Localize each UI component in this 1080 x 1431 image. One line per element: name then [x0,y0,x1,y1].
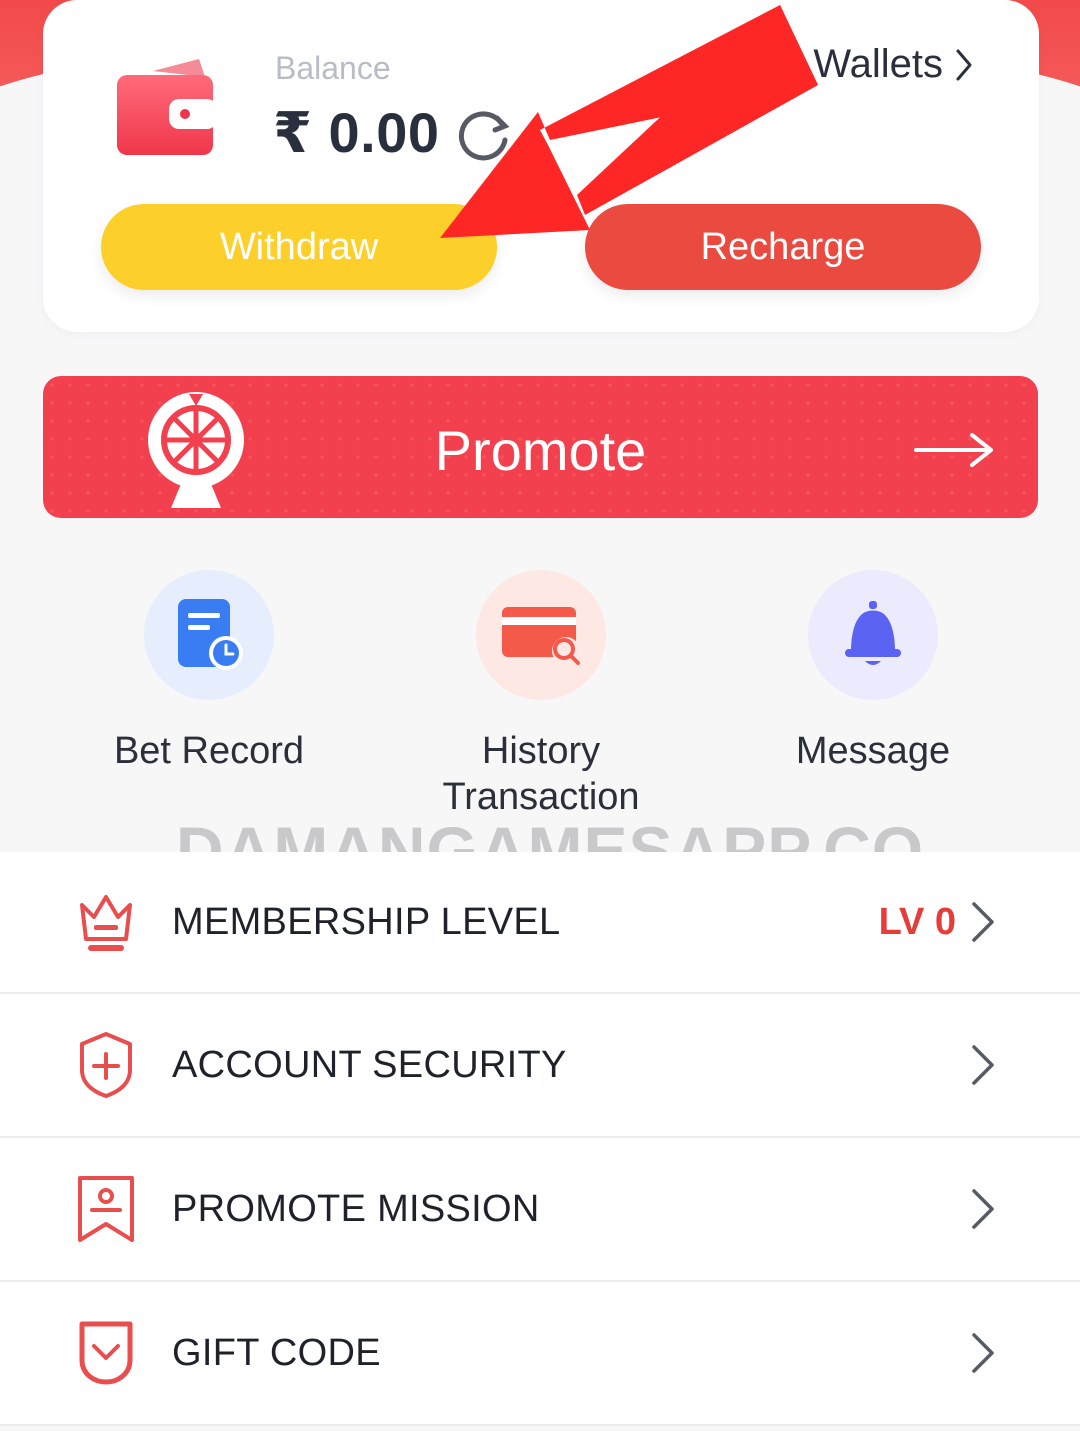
promote-label: Promote [434,419,647,482]
refresh-icon[interactable] [453,104,513,164]
chevron-right-icon [972,1045,994,1085]
menu-item-gift-code[interactable]: GIFT CODE [0,1282,1080,1426]
menu-item-membership-level[interactable]: MEMBERSHIP LEVEL LV 0 [0,852,1080,994]
shield-icon [80,1032,132,1098]
menu-label-membership-level: MEMBERSHIP LEVEL [172,900,561,943]
menu-item-promote-mission[interactable]: PROMOTE MISSION [0,1138,1080,1282]
message-label: Message [795,730,951,772]
bell-icon [845,601,901,665]
transaction-history-icon [502,607,580,665]
bet-record-icon [178,599,243,670]
bet-record-label: Bet Record [113,730,305,772]
chevron-right-icon [972,902,994,942]
promote-banner[interactable]: Promote [43,376,1038,518]
chevron-right-icon [956,49,972,80]
wallets-link-label: Wallets [813,42,943,86]
wallet-card: Balance ₹ 0.00 Wallets Withdraw Recharge [43,0,1039,332]
message-button[interactable]: Message [713,570,1033,774]
balance-amount: ₹ 0.00 [273,101,440,164]
history-transaction-button[interactable]: History Transaction [381,570,701,820]
settings-menu: MEMBERSHIP LEVEL LV 0 ACCOUNT SECURITY P… [0,852,1080,1426]
chevron-right-icon [972,1189,994,1229]
menu-label-gift-code: GIFT CODE [172,1331,381,1374]
bet-record-icon-wrap [144,570,274,700]
arrow-right-icon [914,433,993,467]
history-transaction-label: History Transaction [442,730,640,818]
crown-icon [80,895,132,951]
gift-code-icon [79,1321,133,1385]
recharge-button[interactable]: Recharge [585,204,981,290]
withdraw-button[interactable]: Withdraw [101,204,497,290]
bet-record-button[interactable]: Bet Record [49,570,369,774]
wallets-link[interactable]: Wallets [813,42,973,87]
bell-icon-wrap [808,570,938,700]
mission-badge-icon [78,1176,134,1242]
menu-label-promote-mission: PROMOTE MISSION [172,1187,540,1230]
menu-item-account-security[interactable]: ACCOUNT SECURITY [0,994,1080,1138]
chevron-right-icon [972,1333,994,1373]
wallet-icon [117,59,217,155]
membership-level-value: LV 0 [878,900,956,943]
balance-label: Balance [275,50,391,86]
transaction-history-icon-wrap [476,570,606,700]
menu-label-account-security: ACCOUNT SECURITY [172,1043,567,1086]
